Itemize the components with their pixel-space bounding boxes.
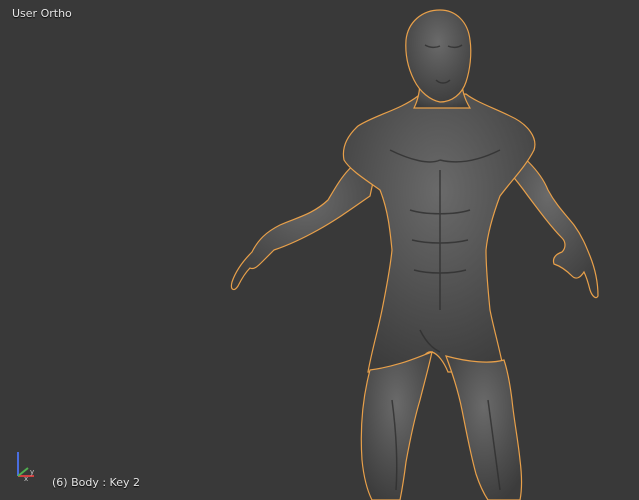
axis-gizmo-icon: y x <box>17 452 34 483</box>
svg-text:y: y <box>30 468 34 476</box>
active-object-label: (6) Body : Key 2 <box>52 476 140 489</box>
head <box>405 9 472 103</box>
body-silhouette <box>230 9 599 500</box>
svg-text:x: x <box>24 475 28 483</box>
human-body-mesh[interactable] <box>0 0 639 500</box>
3d-viewport[interactable]: User Ortho y x (6) Body: Key 2 <box>0 0 639 500</box>
right-leg <box>445 355 523 500</box>
torso <box>342 93 536 373</box>
